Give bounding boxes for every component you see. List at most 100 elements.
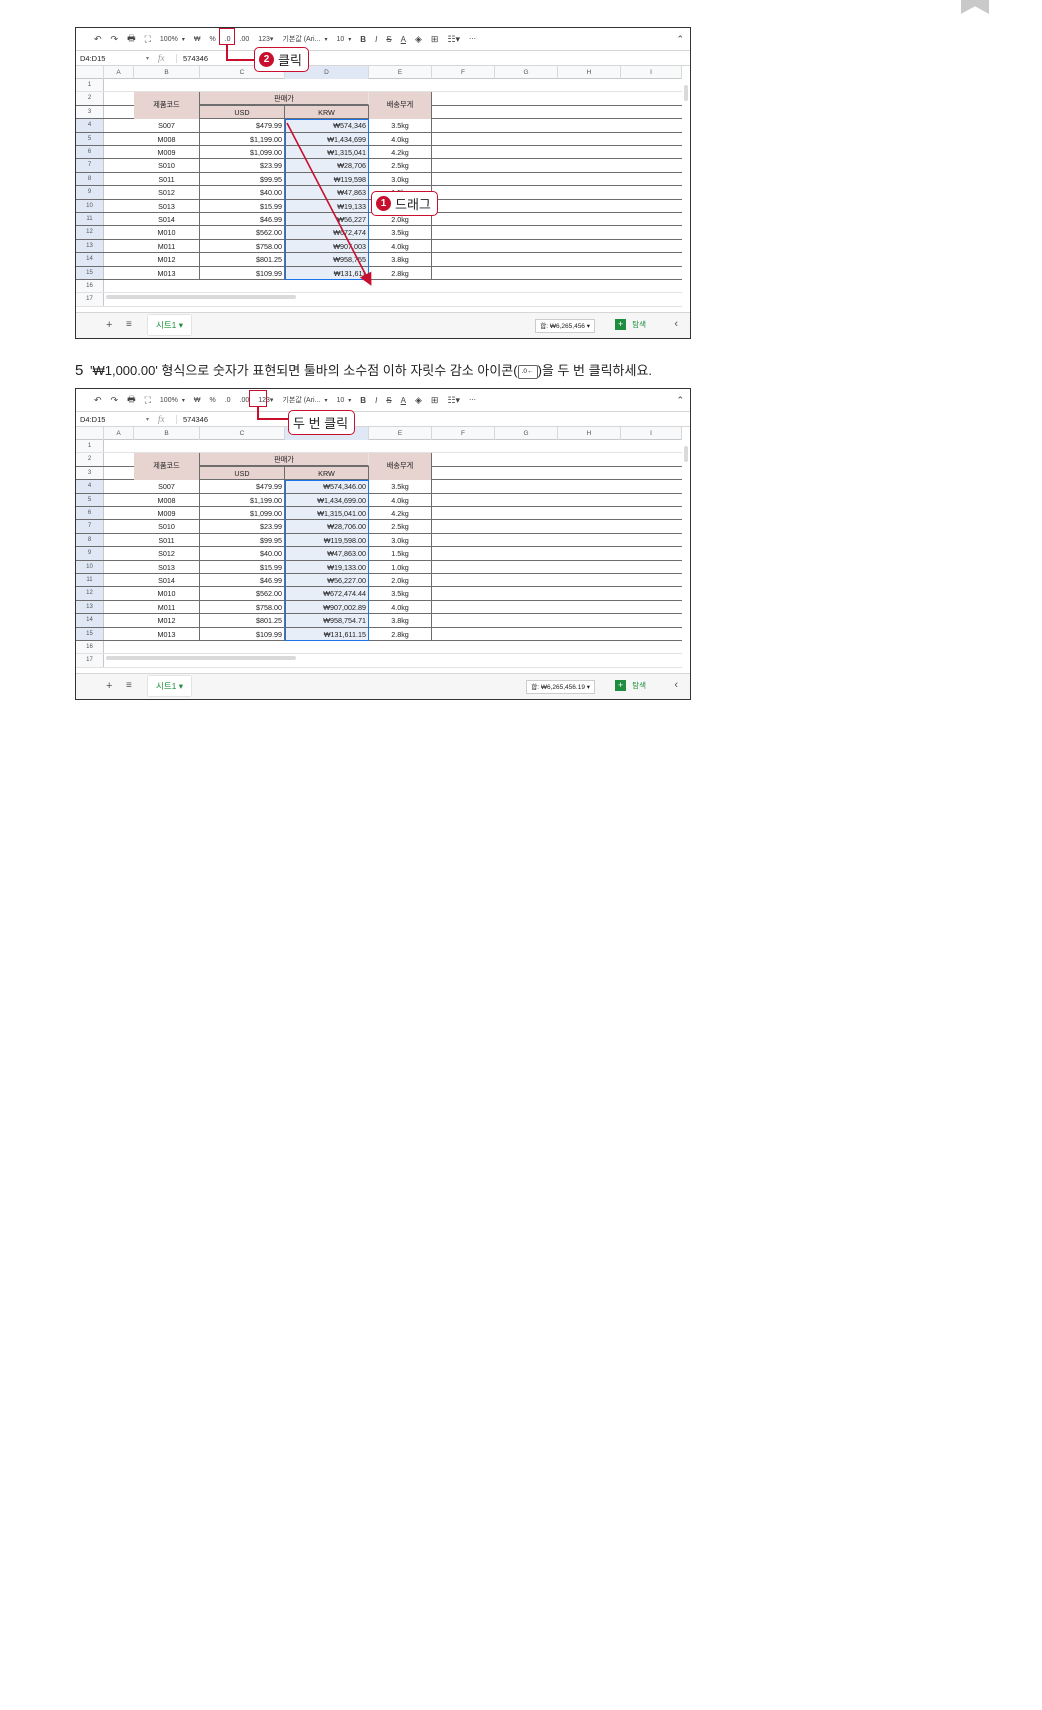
cell-usd[interactable]: $15.99	[200, 560, 285, 573]
zoom-select[interactable]: 100%	[160, 397, 178, 404]
more-icon[interactable]: ⋯	[469, 35, 476, 43]
tab-sheet1[interactable]: 시트1 ▾	[148, 676, 191, 696]
formula-input[interactable]: 574346	[176, 53, 208, 63]
column-header-a[interactable]: A	[104, 66, 134, 79]
row-number[interactable]: 4	[76, 119, 104, 132]
column-header-h[interactable]: H	[558, 427, 621, 440]
column-header-f[interactable]: F	[432, 66, 495, 79]
cell-usd[interactable]: $801.25	[200, 253, 285, 266]
cell-product-code[interactable]: S011	[134, 172, 200, 186]
cell-usd[interactable]: $109.99	[200, 266, 285, 279]
column-header-g[interactable]: G	[495, 66, 558, 79]
column-header-i[interactable]: I	[621, 427, 682, 440]
select-all-corner[interactable]	[76, 66, 104, 79]
cell-weight[interactable]: 2.0kg	[369, 574, 432, 587]
row-number[interactable]: 10	[76, 560, 104, 573]
all-sheets-icon[interactable]: ≡	[126, 319, 132, 330]
chevron-down-icon[interactable]: ▾	[324, 397, 327, 404]
row-number[interactable]: 6	[76, 146, 104, 159]
strikethrough-button[interactable]: S	[386, 35, 391, 44]
bold-button[interactable]: B	[360, 35, 366, 44]
header-usd[interactable]: USD	[200, 466, 285, 480]
row-number[interactable]: 12	[76, 587, 104, 600]
cell-weight[interactable]: 4.2kg	[369, 507, 432, 520]
sum-indicator[interactable]: 합: ₩6,265,456.19 ▾	[526, 680, 595, 694]
header-product-code[interactable]: 제품코드	[134, 92, 200, 120]
italic-button[interactable]: I	[375, 35, 377, 44]
cell-usd[interactable]: $40.00	[200, 186, 285, 199]
add-sheet-icon[interactable]: +	[106, 319, 112, 331]
row-number[interactable]: 13	[76, 600, 104, 614]
text-color-button[interactable]: A	[401, 396, 406, 405]
chevron-down-icon[interactable]: ▾	[348, 36, 351, 43]
side-panel-chevron-icon[interactable]: ‹	[674, 318, 678, 330]
row-number[interactable]: 10	[76, 199, 104, 212]
row-number[interactable]: 17	[76, 293, 104, 306]
cell-weight[interactable]: 3.5kg	[369, 119, 432, 132]
cell-usd[interactable]: $99.95	[200, 533, 285, 547]
cell-product-code[interactable]: M010	[134, 226, 200, 239]
more-icon[interactable]: ⋯	[469, 396, 476, 404]
paint-format-icon[interactable]: ⛶	[145, 395, 151, 406]
cell-usd[interactable]: $46.99	[200, 574, 285, 587]
row-number[interactable]: 5	[76, 493, 104, 506]
cell-product-code[interactable]: M009	[134, 507, 200, 520]
cell-usd[interactable]: $562.00	[200, 226, 285, 239]
cell-weight[interactable]: 3.0kg	[369, 172, 432, 186]
cell-weight[interactable]: 3.5kg	[369, 226, 432, 239]
row-number[interactable]: 1	[76, 79, 104, 92]
cell-usd[interactable]: $1,099.00	[200, 146, 285, 159]
cell-usd[interactable]: $758.00	[200, 239, 285, 253]
merge-cells-icon[interactable]: ☷▾	[447, 395, 460, 406]
collapse-toolbar-icon[interactable]: ⌃	[676, 395, 684, 406]
bold-button[interactable]: B	[360, 396, 366, 405]
row-number[interactable]: 11	[76, 213, 104, 226]
text-color-button[interactable]: A	[401, 35, 406, 44]
row-number[interactable]: 17	[76, 654, 104, 667]
row-number[interactable]: 2	[76, 453, 104, 466]
cell-product-code[interactable]: S014	[134, 574, 200, 587]
borders-icon[interactable]: ⊞	[431, 34, 439, 45]
cell-product-code[interactable]: S013	[134, 199, 200, 212]
increase-decimal-button[interactable]: .00	[240, 36, 250, 43]
cell-product-code[interactable]: S012	[134, 547, 200, 560]
tab-sheet1[interactable]: 시트1 ▾	[148, 315, 191, 335]
chevron-down-icon[interactable]: ▾	[146, 416, 158, 423]
row-number[interactable]: 5	[76, 132, 104, 145]
header-shipping-weight[interactable]: 배송무게	[369, 453, 432, 481]
more-formats-button[interactable]: 123▾	[258, 35, 273, 43]
cell-weight[interactable]: 3.5kg	[369, 587, 432, 600]
cell-weight[interactable]: 2.8kg	[369, 266, 432, 279]
column-header-f[interactable]: F	[432, 427, 495, 440]
chevron-down-icon[interactable]: ▾	[182, 397, 185, 404]
redo-icon[interactable]: ↷	[111, 34, 119, 45]
row-number[interactable]: 7	[76, 520, 104, 533]
name-box[interactable]: D4:D15	[76, 415, 146, 424]
redo-icon[interactable]: ↷	[111, 395, 119, 406]
sum-indicator[interactable]: 합: ₩6,265,456 ▾	[535, 319, 595, 333]
formula-input[interactable]: 574346	[176, 414, 208, 424]
strikethrough-button[interactable]: S	[386, 396, 391, 405]
header-krw[interactable]: KRW	[285, 105, 369, 119]
row-number[interactable]: 16	[76, 280, 104, 293]
cell-usd[interactable]: $99.95	[200, 172, 285, 186]
row-number[interactable]: 12	[76, 226, 104, 239]
row-number[interactable]: 15	[76, 266, 104, 279]
increase-decimal-button[interactable]: .00	[240, 397, 250, 404]
cell-product-code[interactable]: S012	[134, 186, 200, 199]
column-header-e[interactable]: E	[369, 427, 432, 440]
cell-product-code[interactable]: M012	[134, 253, 200, 266]
row-number[interactable]: 14	[76, 253, 104, 266]
cell-product-code[interactable]: S014	[134, 213, 200, 226]
all-sheets-icon[interactable]: ≡	[126, 680, 132, 691]
column-header-b[interactable]: B	[134, 66, 200, 79]
explore-button[interactable]: + 탐색	[615, 680, 646, 691]
cell-weight[interactable]: 4.0kg	[369, 239, 432, 253]
row-number[interactable]: 9	[76, 547, 104, 560]
cell-weight[interactable]: 4.0kg	[369, 600, 432, 614]
row-number[interactable]: 4	[76, 480, 104, 493]
cell-weight[interactable]: 4.0kg	[369, 493, 432, 506]
chevron-down-icon[interactable]: ▾	[348, 397, 351, 404]
borders-icon[interactable]: ⊞	[431, 395, 439, 406]
cell-weight[interactable]: 4.0kg	[369, 132, 432, 145]
